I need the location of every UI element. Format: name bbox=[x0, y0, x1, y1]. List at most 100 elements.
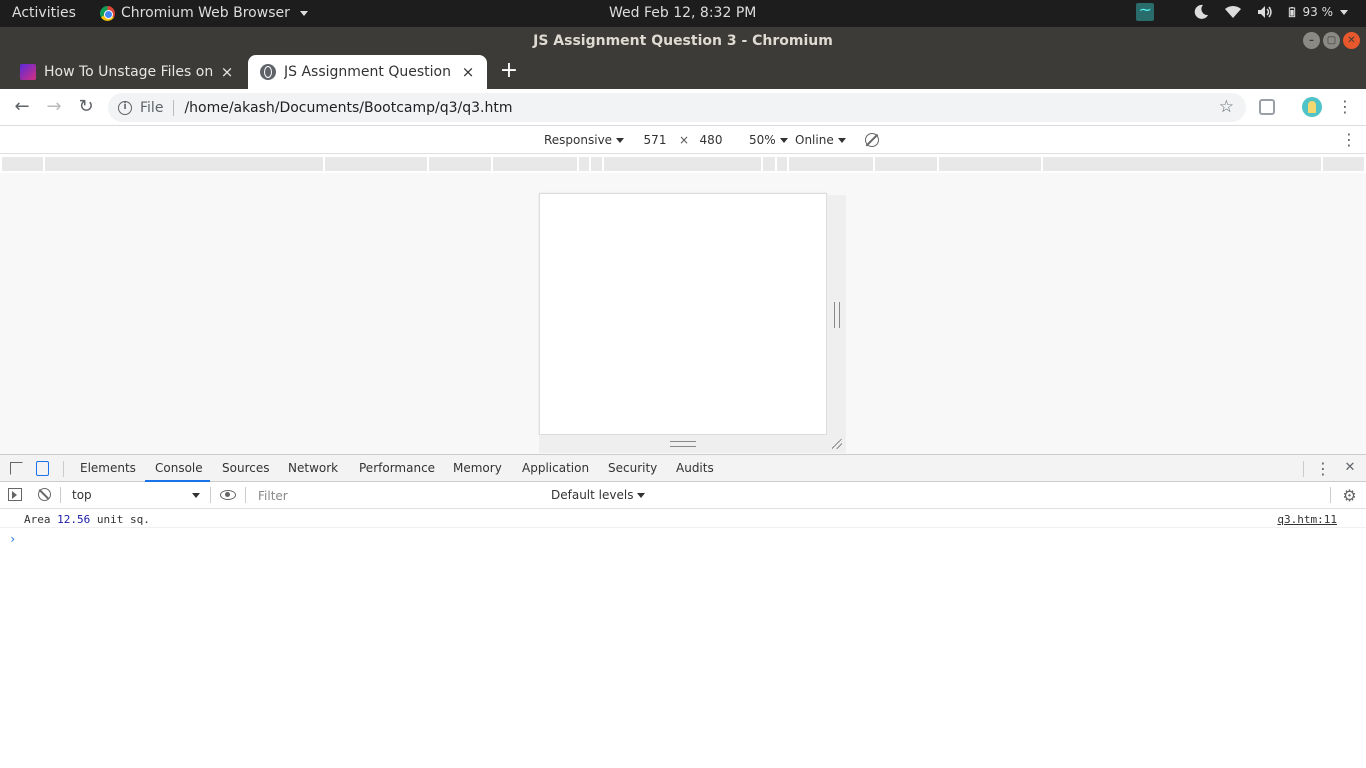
execution-context-select[interactable]: top bbox=[66, 486, 204, 505]
tab-console[interactable]: Console bbox=[155, 461, 203, 475]
media-query-segment[interactable] bbox=[789, 157, 873, 171]
zoom-select[interactable]: 50% bbox=[749, 133, 788, 147]
chevron-down-icon bbox=[299, 10, 308, 16]
tab-performance[interactable]: Performance bbox=[359, 461, 435, 475]
corner-resize-handle[interactable] bbox=[827, 435, 846, 453]
tab-network[interactable]: Network bbox=[288, 461, 338, 475]
divider bbox=[245, 487, 246, 503]
app-menu[interactable]: Chromium Web Browser bbox=[100, 5, 308, 21]
chevron-down-icon bbox=[637, 493, 646, 498]
divider bbox=[210, 487, 211, 503]
bookmark-star-icon[interactable]: ☆ bbox=[1219, 97, 1234, 117]
browser-toolbar: ← → ↻ i File /home/akash/Documents/Bootc… bbox=[0, 89, 1366, 126]
media-query-segment[interactable] bbox=[777, 157, 787, 171]
device-toolbar: Responsive × 50% Online ⋮ bbox=[0, 126, 1366, 154]
media-query-segment[interactable] bbox=[429, 157, 491, 171]
clear-console-icon[interactable] bbox=[38, 488, 51, 501]
console-output[interactable]: Area 12.56 unit sq. q3.htm:11 › bbox=[0, 509, 1366, 768]
console-message: Area 12.56 unit sq. q3.htm:11 bbox=[0, 509, 1366, 528]
source-link[interactable]: q3.htm:11 bbox=[1277, 513, 1337, 526]
divider bbox=[1330, 487, 1331, 503]
live-expression-eye-icon[interactable] bbox=[220, 490, 236, 500]
chevron-down-icon bbox=[837, 138, 846, 143]
device-toggle-icon[interactable] bbox=[36, 461, 49, 476]
media-query-segment[interactable] bbox=[493, 157, 577, 171]
console-filter-input[interactable] bbox=[252, 486, 542, 506]
device-select[interactable]: Responsive bbox=[544, 133, 625, 147]
clock[interactable]: Wed Feb 12, 8:32 PM bbox=[609, 5, 756, 21]
console-prompt[interactable]: › bbox=[9, 532, 16, 546]
tab-title: How To Unstage Files on Git bbox=[44, 64, 214, 80]
bottom-resize-handle[interactable] bbox=[539, 435, 827, 453]
url-text[interactable]: /home/akash/Documents/Bootcamp/q3/q3.htm bbox=[184, 100, 512, 116]
media-query-segment[interactable] bbox=[1043, 157, 1321, 171]
activities-button[interactable]: Activities bbox=[12, 5, 76, 21]
info-icon[interactable]: i bbox=[118, 100, 132, 115]
divider bbox=[1303, 461, 1304, 477]
site-favicon-icon bbox=[20, 64, 36, 80]
viewport-height-input[interactable] bbox=[688, 131, 734, 149]
tray-app-icon[interactable] bbox=[1135, 0, 1154, 21]
address-bar[interactable]: i File /home/akash/Documents/Bootcamp/q3… bbox=[108, 93, 1246, 122]
chevron-down-icon bbox=[779, 138, 788, 143]
window-title-bar: JS Assignment Question 3 - Chromium – ▢ … bbox=[0, 27, 1366, 55]
throttle-select[interactable]: Online bbox=[795, 133, 846, 147]
emulated-page[interactable] bbox=[539, 193, 827, 435]
media-query-segment[interactable] bbox=[325, 157, 427, 171]
tab-application[interactable]: Application bbox=[522, 461, 589, 475]
tab-close-button[interactable]: × bbox=[461, 63, 475, 81]
log-levels-select[interactable]: Default levels bbox=[551, 488, 646, 502]
extension-icon[interactable] bbox=[1259, 99, 1275, 115]
media-query-bar bbox=[0, 155, 1366, 173]
devtools-menu-icon[interactable]: ⋮ bbox=[1315, 461, 1331, 477]
media-query-segment[interactable] bbox=[1323, 157, 1364, 171]
divider bbox=[60, 487, 61, 503]
app-menu-label: Chromium Web Browser bbox=[121, 5, 290, 21]
rotate-icon[interactable] bbox=[865, 133, 879, 147]
tab-memory[interactable]: Memory bbox=[453, 461, 502, 475]
media-query-segment[interactable] bbox=[875, 157, 937, 171]
media-query-segment[interactable] bbox=[939, 157, 1041, 171]
browser-menu-icon[interactable]: ⋮ bbox=[1337, 99, 1353, 115]
emulated-viewport-area bbox=[0, 173, 1366, 454]
system-tray[interactable]: 93 % bbox=[1135, 0, 1348, 21]
profile-avatar[interactable] bbox=[1302, 97, 1322, 117]
media-query-segment[interactable] bbox=[2, 157, 43, 171]
forward-button[interactable]: → bbox=[43, 97, 65, 119]
tab-js-assignment[interactable]: JS Assignment Question 3 × bbox=[248, 55, 487, 89]
chevron-down-icon bbox=[616, 138, 625, 143]
right-resize-handle[interactable] bbox=[827, 195, 846, 435]
console-toolbar: top Default levels ⚙ bbox=[0, 482, 1366, 509]
tab-sources[interactable]: Sources bbox=[222, 461, 269, 475]
new-tab-button[interactable]: + bbox=[499, 60, 519, 84]
minimize-button[interactable]: – bbox=[1303, 32, 1320, 49]
tab-audits[interactable]: Audits bbox=[676, 461, 714, 475]
devtools-tab-bar: Elements Console Sources Network Perform… bbox=[0, 454, 1366, 482]
console-sidebar-icon[interactable] bbox=[8, 488, 22, 501]
media-query-segment[interactable] bbox=[591, 157, 602, 171]
close-window-button[interactable]: ✕ bbox=[1343, 32, 1360, 49]
tab-strip: How To Unstage Files on Git × JS Assignm… bbox=[0, 55, 1366, 89]
tab-close-button[interactable]: × bbox=[220, 63, 234, 81]
media-query-segment[interactable] bbox=[579, 157, 589, 171]
divider bbox=[173, 99, 175, 116]
inspect-element-icon[interactable] bbox=[10, 462, 23, 475]
media-query-segment[interactable] bbox=[604, 157, 761, 171]
viewport-width-input[interactable] bbox=[632, 131, 678, 149]
device-options-icon[interactable]: ⋮ bbox=[1341, 132, 1357, 148]
battery-percent: 93 % bbox=[1302, 5, 1334, 19]
console-message-text: Area 12.56 unit sq. bbox=[24, 513, 150, 526]
volume-icon bbox=[1257, 6, 1272, 18]
wifi-icon bbox=[1224, 5, 1241, 18]
back-button[interactable]: ← bbox=[11, 97, 33, 119]
window-controls: – ▢ ✕ bbox=[1303, 32, 1360, 49]
reload-button[interactable]: ↻ bbox=[75, 97, 97, 119]
tab-how-to-unstage[interactable]: How To Unstage Files on Git × bbox=[8, 55, 246, 89]
tab-security[interactable]: Security bbox=[608, 461, 657, 475]
media-query-segment[interactable] bbox=[45, 157, 323, 171]
maximize-button[interactable]: ▢ bbox=[1323, 32, 1340, 49]
tab-elements[interactable]: Elements bbox=[80, 461, 136, 475]
gear-icon[interactable]: ⚙ bbox=[1342, 488, 1357, 504]
media-query-segment[interactable] bbox=[763, 157, 775, 171]
close-devtools-icon[interactable]: ✕ bbox=[1343, 461, 1357, 474]
